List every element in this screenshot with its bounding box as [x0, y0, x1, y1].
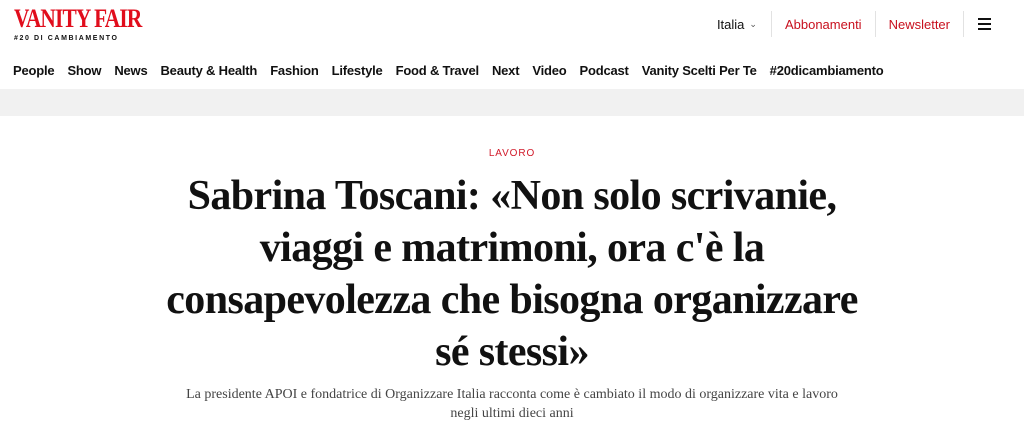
language-selector[interactable]: Italia ⌄	[717, 17, 771, 32]
logo-text: VANITY FAIR	[14, 4, 142, 33]
nav-item-video[interactable]: Video	[532, 63, 566, 78]
article-title: Sabrina Toscani: «Non solo scrivanie, vi…	[166, 173, 858, 375]
nav-item-beauty-health[interactable]: Beauty & Health	[160, 63, 257, 78]
chevron-down-icon: ⌄	[749, 18, 757, 29]
nav-item-news[interactable]: News	[114, 63, 147, 78]
nav-item-show[interactable]: Show	[67, 63, 101, 78]
subscribe-link[interactable]: Abbonamenti	[772, 17, 875, 32]
nav-item-next[interactable]: Next	[492, 63, 520, 78]
article-subtitle: La presidente APOI e fondatrice di Organ…	[186, 387, 838, 421]
header-actions: Italia ⌄ Abbonamenti Newsletter	[717, 9, 996, 39]
nav-item-lifestyle[interactable]: Lifestyle	[332, 63, 383, 78]
ad-banner-placeholder	[0, 89, 1024, 116]
hamburger-menu-icon[interactable]	[964, 18, 996, 30]
main-navigation: People Show News Beauty & Health Fashion…	[0, 52, 1024, 88]
article-category[interactable]: LAVORO	[0, 148, 1024, 159]
nav-item-food-travel[interactable]: Food & Travel	[396, 63, 480, 78]
nav-item-fashion[interactable]: Fashion	[270, 63, 319, 78]
nav-item-people[interactable]: People	[13, 63, 55, 78]
logo-subtitle: #20 DI CAMBIAMENTO	[14, 35, 119, 42]
newsletter-link[interactable]: Newsletter	[876, 17, 963, 32]
language-label: Italia	[716, 16, 745, 32]
nav-item-podcast[interactable]: Podcast	[580, 63, 629, 78]
nav-item-vanity-scelti[interactable]: Vanity Scelti Per Te	[642, 63, 757, 78]
vanity-fair-logo[interactable]: VANITY FAIR #20 DI CAMBIAMENTO	[14, 4, 142, 44]
nav-item-20dicambiamento[interactable]: #20dicambiamento	[770, 63, 884, 78]
site-header: VANITY FAIR #20 DI CAMBIAMENTO Italia ⌄ …	[0, 0, 1024, 48]
